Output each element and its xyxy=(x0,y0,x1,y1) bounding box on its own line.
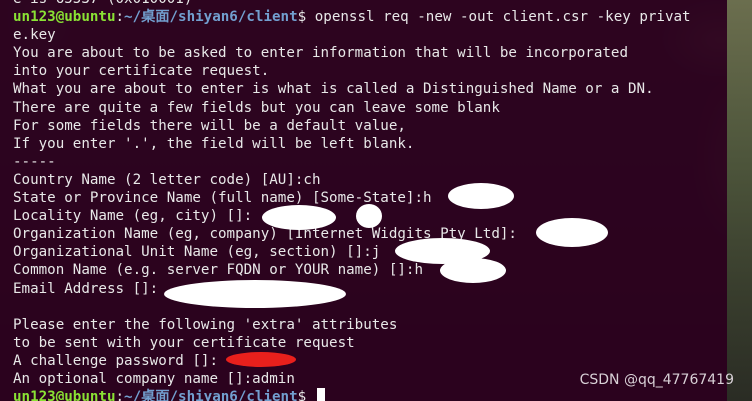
current-prompt-line[interactable]: un123@ubuntu:~/桌面/shiyan6/client$ xyxy=(13,388,691,401)
prompt-dollar: $ xyxy=(297,389,315,401)
output-line: A challenge password []: xyxy=(13,352,218,369)
prompt-separator: : xyxy=(115,9,125,26)
output-line: Please enter the following 'extra' attri… xyxy=(13,316,398,333)
command-wrap: e.key xyxy=(13,27,56,44)
redaction-mark xyxy=(440,258,506,283)
redaction-mark xyxy=(164,280,346,308)
output-line: ----- xyxy=(13,153,56,170)
redaction-mark xyxy=(536,218,608,247)
output-line: For some fields there will be a default … xyxy=(13,117,406,134)
prompt-path: ~/桌面/shiyan6/client xyxy=(124,9,298,26)
output-line: Common Name (e.g. server FQDN or YOUR na… xyxy=(13,262,423,279)
redaction-mark xyxy=(262,205,336,230)
output-line: to be sent with your certificate request xyxy=(13,334,355,351)
prompt-separator: : xyxy=(115,389,125,401)
watermark: CSDN @qq_47767419 xyxy=(579,372,734,388)
output-line: There are quite a few fields but you can… xyxy=(13,99,500,116)
prompt-dollar: $ xyxy=(297,9,315,26)
terminal-output: e is 65537 (0x010001) un123@ubuntu:~/桌面/… xyxy=(13,0,691,401)
output-line: Country Name (2 letter code) [AU]:ch xyxy=(13,171,321,188)
output-line: Email Address []: xyxy=(13,280,159,297)
prompt-user-host: un123@ubuntu xyxy=(13,389,116,401)
output-line: What you are about to enter is what is c… xyxy=(13,81,654,98)
prompt-user-host: un123@ubuntu xyxy=(13,9,116,26)
output-line: e is 65537 (0x010001) xyxy=(13,0,691,8)
redaction-mark xyxy=(448,183,514,209)
command-text: openssl req -new -out client.csr -key pr… xyxy=(314,9,691,26)
prompt-path: ~/桌面/shiyan6/client xyxy=(124,389,298,401)
redaction-mark xyxy=(356,204,382,228)
desktop-edge xyxy=(727,0,752,401)
output-line: into your certificate request. xyxy=(13,63,270,80)
redaction-mark-red xyxy=(226,352,296,367)
terminal-window[interactable]: e is 65537 (0x010001) un123@ubuntu:~/桌面/… xyxy=(0,0,727,401)
output-line: You are about to be asked to enter infor… xyxy=(13,45,628,62)
text-cursor xyxy=(316,388,325,401)
output-line: Organizational Unit Name (eg, section) [… xyxy=(13,244,381,261)
command-line: un123@ubuntu:~/桌面/shiyan6/client$ openss… xyxy=(13,8,691,26)
output-line: State or Province Name (full name) [Some… xyxy=(13,190,432,207)
output-line: If you enter '.', the field will be left… xyxy=(13,135,415,152)
